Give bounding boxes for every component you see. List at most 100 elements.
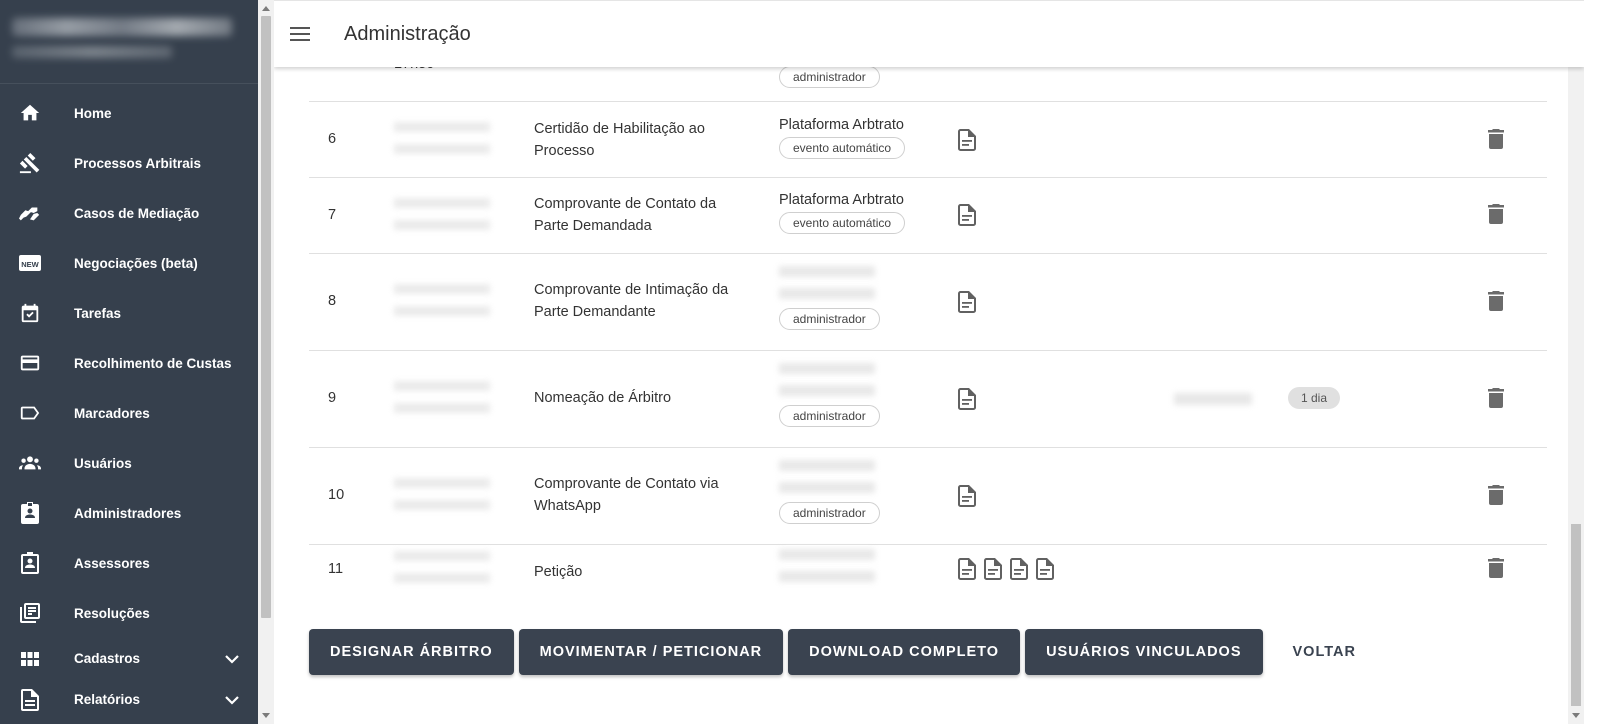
menu-icon[interactable] bbox=[290, 23, 312, 45]
sidebar-item-cadastros[interactable]: Cadastros bbox=[0, 638, 258, 679]
sidebar-item-assessores[interactable]: Assessores bbox=[0, 538, 258, 588]
chevron-down-icon[interactable] bbox=[220, 695, 244, 705]
main-scrollbar[interactable] bbox=[1568, 0, 1584, 724]
document-icon[interactable] bbox=[957, 128, 977, 152]
author-name-redacted bbox=[779, 549, 875, 585]
action-bar: DESIGNAR ÁRBITRO MOVIMENTAR / PETICIONAR… bbox=[309, 629, 1381, 675]
designate-arbitrator-button[interactable]: DESIGNAR ÁRBITRO bbox=[309, 629, 514, 675]
document-icon[interactable] bbox=[957, 203, 977, 227]
sidebar-item-mediacao[interactable]: Casos de Mediação bbox=[0, 188, 258, 238]
handshake-icon bbox=[18, 201, 42, 225]
author-role-chip: administrador bbox=[779, 308, 880, 330]
author-name: Plataforma Arbtrato bbox=[779, 117, 904, 133]
row-number: 11 bbox=[328, 561, 344, 577]
row-title: Certidão de Habilitação ao Processo bbox=[534, 121, 705, 159]
sidebar-item-label: Assessores bbox=[74, 555, 150, 571]
svg-text:NEW: NEW bbox=[21, 260, 39, 269]
brand-logo bbox=[0, 0, 258, 84]
sidebar-item-label: Recolhimento de Custas bbox=[74, 355, 232, 371]
document-icon[interactable] bbox=[1035, 557, 1055, 581]
sidebar-item-relatorios[interactable]: Relatórios bbox=[0, 679, 258, 720]
table-row: 10 Comprovante de Contato via WhatsApp a… bbox=[309, 448, 1547, 545]
sidebar-item-label: Tarefas bbox=[74, 305, 122, 321]
sidebar-item-label: Casos de Mediação bbox=[74, 205, 200, 221]
author-role-chip: administrador bbox=[779, 405, 880, 427]
linked-users-button[interactable]: USUÁRIOS VINCULADOS bbox=[1025, 629, 1263, 675]
report-icon bbox=[18, 688, 42, 712]
download-complete-button[interactable]: DOWNLOAD COMPLETO bbox=[788, 629, 1021, 675]
chevron-down-icon[interactable] bbox=[220, 654, 244, 664]
sidebar-item-label: Administradores bbox=[74, 505, 182, 521]
row-date-redacted bbox=[394, 551, 490, 585]
row-date-redacted bbox=[394, 381, 490, 415]
author-name-redacted bbox=[779, 266, 875, 302]
row-date-redacted bbox=[394, 122, 490, 156]
main-scroll-thumb[interactable] bbox=[1571, 524, 1581, 706]
delete-icon[interactable] bbox=[1487, 203, 1505, 225]
deadline-date-redacted bbox=[1174, 393, 1252, 405]
sidebar-item-resolucoes[interactable]: Resoluções bbox=[0, 588, 258, 638]
sidebar-item-label: Usuários bbox=[74, 455, 132, 471]
sidebar: Home Processos Arbitrais Casos de Mediaç… bbox=[0, 0, 258, 724]
document-icon[interactable] bbox=[957, 484, 977, 508]
sidebar-item-label: Negociações (beta) bbox=[74, 255, 198, 271]
row-date-redacted bbox=[394, 478, 490, 512]
delete-icon[interactable] bbox=[1487, 484, 1505, 506]
sidebar-item-label: Relatórios bbox=[74, 692, 141, 707]
sidebar-item-label: Marcadores bbox=[74, 405, 150, 421]
scroll-up-arrow-icon[interactable] bbox=[262, 6, 270, 11]
back-button[interactable]: VOLTAR bbox=[1268, 629, 1381, 675]
sidebar-item-marcadores[interactable]: Marcadores bbox=[0, 388, 258, 438]
sidebar-item-custas[interactable]: Recolhimento de Custas bbox=[0, 338, 258, 388]
author-role-chip: administrador bbox=[779, 502, 880, 524]
table-row: 7 Comprovante de Contato da Parte Demand… bbox=[309, 178, 1547, 254]
main-content: Administração 17h50 administrador 6 Cert… bbox=[274, 0, 1584, 724]
badge-outline-icon bbox=[18, 551, 42, 575]
sidebar-item-administradores[interactable]: Administradores bbox=[0, 488, 258, 538]
delete-icon[interactable] bbox=[1487, 128, 1505, 150]
document-icon[interactable] bbox=[957, 557, 977, 581]
scroll-down-arrow-icon[interactable] bbox=[1572, 713, 1580, 718]
row-number: 10 bbox=[328, 487, 345, 503]
sidebar-item-usuarios[interactable]: Usuários bbox=[0, 438, 258, 488]
row-number: 9 bbox=[328, 390, 337, 406]
gavel-icon bbox=[18, 151, 42, 175]
document-icon[interactable] bbox=[957, 290, 977, 314]
top-app-bar: Administração bbox=[274, 0, 1584, 67]
row-title: Comprovante de Contato da Parte Demandad… bbox=[534, 196, 717, 234]
row-title: Petição bbox=[534, 564, 583, 580]
home-icon bbox=[18, 101, 42, 125]
credit-card-icon bbox=[18, 351, 42, 375]
delete-icon[interactable] bbox=[1487, 387, 1505, 409]
sidebar-item-tarefas[interactable]: Tarefas bbox=[0, 288, 258, 338]
badge-icon bbox=[18, 501, 42, 525]
sidebar-item-processos[interactable]: Processos Arbitrais bbox=[0, 138, 258, 188]
document-icon[interactable] bbox=[957, 387, 977, 411]
delete-icon[interactable] bbox=[1487, 290, 1505, 312]
author-role-chip: evento automático bbox=[779, 212, 906, 234]
row-number: 7 bbox=[328, 207, 337, 223]
row-number: 6 bbox=[328, 131, 337, 147]
sidebar-item-negociacoes[interactable]: NEW Negociações (beta) bbox=[0, 238, 258, 288]
calendar-check-icon bbox=[18, 301, 42, 325]
document-icon[interactable] bbox=[1009, 557, 1029, 581]
sidebar-item-label: Cadastros bbox=[74, 651, 141, 666]
sidebar-item-label: Home bbox=[74, 105, 112, 121]
scroll-down-arrow-icon[interactable] bbox=[262, 713, 270, 718]
row-date-redacted bbox=[394, 284, 490, 318]
sidebar-item-home[interactable]: Home bbox=[0, 88, 258, 138]
sidebar-scrollbar[interactable] bbox=[258, 0, 274, 724]
sidebar-scroll-thumb[interactable] bbox=[261, 16, 271, 618]
delete-icon[interactable] bbox=[1487, 557, 1505, 579]
people-icon bbox=[18, 451, 42, 475]
author-role-chip: evento automático bbox=[779, 137, 906, 159]
row-title: Nomeação de Árbitro bbox=[534, 390, 672, 406]
author-name-redacted bbox=[779, 460, 875, 496]
row-title: Comprovante de Intimação da Parte Demand… bbox=[534, 282, 729, 320]
table-row: 6 Certidão de Habilitação ao Processo Pl… bbox=[309, 102, 1547, 178]
document-icon[interactable] bbox=[983, 557, 1003, 581]
table-row: 9 Nomeação de Árbitro administrador 1 di… bbox=[309, 351, 1547, 448]
new-badge-icon: NEW bbox=[18, 251, 42, 275]
move-petition-button[interactable]: MOVIMENTAR / PETICIONAR bbox=[518, 629, 784, 675]
author-name: Plataforma Arbtrato bbox=[779, 192, 904, 208]
